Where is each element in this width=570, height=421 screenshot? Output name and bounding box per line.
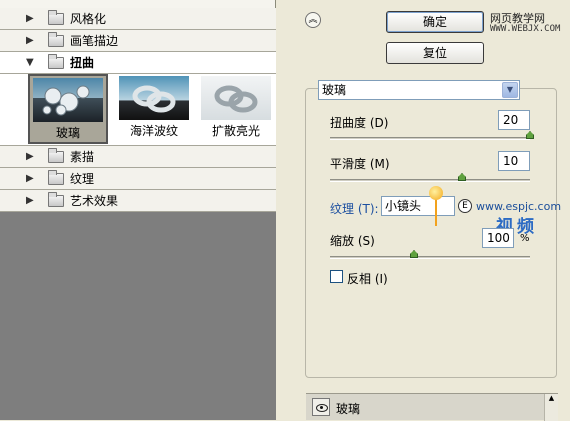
folder-open-icon <box>48 53 64 69</box>
filter-select[interactable]: 玻璃 ▼ <box>318 80 520 100</box>
folder-icon <box>48 9 64 25</box>
texture-label: 纹理 (T): <box>330 202 379 216</box>
lightbulb-stem <box>435 198 437 226</box>
eye-icon[interactable] <box>312 398 330 416</box>
group-label: 风格化 <box>70 12 107 26</box>
chevron-right-icon[interactable]: ▶ <box>26 13 42 24</box>
layer-list-scrollbar[interactable]: ▲ <box>544 394 558 421</box>
chevron-down-icon[interactable]: ▼ <box>502 82 518 98</box>
distortion-input[interactable]: 20 <box>498 110 530 130</box>
invert-label: 反相 (I) <box>347 272 388 286</box>
effect-layer-name[interactable]: 玻璃 <box>336 400 360 417</box>
group-label: 扭曲 <box>70 56 95 70</box>
effect-layer-list: 玻璃 ▲ <box>306 393 558 421</box>
thumbnail-ocean-ripple[interactable]: 海洋波纹 <box>114 74 194 144</box>
ok-button[interactable]: 确定 <box>386 11 484 33</box>
filter-thumbnails: 玻璃 海洋波纹 扩散亮光 <box>0 74 276 146</box>
ocean-ripple-preview-image <box>119 76 189 120</box>
filter-select-value: 玻璃 <box>322 83 347 97</box>
tree-group-texture[interactable]: ▶ 纹理 <box>0 168 276 190</box>
collapse-gallery-button[interactable]: ︽ <box>305 12 321 28</box>
scaling-unit: % <box>520 233 530 244</box>
empty-tree-area <box>0 212 276 420</box>
smoothness-slider-track[interactable] <box>330 179 530 182</box>
thumbnail-label: 海洋波纹 <box>129 124 178 138</box>
tree-group-stylize[interactable]: ▶ 风格化 <box>0 8 276 30</box>
scaling-slider-track[interactable] <box>330 256 530 259</box>
distortion-slider-track[interactable] <box>330 137 530 140</box>
glass-preview-image <box>33 78 103 122</box>
smoothness-input[interactable]: 10 <box>498 151 530 171</box>
tree-group-distort[interactable]: ▼ 扭曲 <box>0 52 276 74</box>
folder-icon <box>48 31 64 47</box>
scaling-label: 缩放 (S) <box>330 234 375 248</box>
filter-tree: ▶ 风格化 ▶ 画笔描边 ▼ 扭曲 玻璃 海洋波纹 扩散亮光 ▶ 素描 ▶ 纹理… <box>0 0 276 420</box>
thumbnail-label: 玻璃 <box>55 126 80 140</box>
thumbnail-diffuse-glow[interactable]: 扩散亮光 <box>196 74 276 144</box>
scaling-input[interactable]: 100 <box>482 228 514 248</box>
chevron-down-icon[interactable]: ▼ <box>26 57 42 68</box>
group-label: 素描 <box>70 150 95 164</box>
diffuse-glow-preview-image <box>201 76 271 120</box>
chevron-right-icon[interactable]: ▶ <box>26 151 42 162</box>
invert-checkbox[interactable] <box>330 270 343 283</box>
reset-button[interactable]: 复位 <box>386 42 484 64</box>
folder-icon <box>48 169 64 185</box>
thumbnail-glass[interactable]: 玻璃 <box>28 74 108 144</box>
chevron-right-icon[interactable]: ▶ <box>26 173 42 184</box>
chevron-right-icon[interactable]: ▶ <box>26 195 42 206</box>
folder-icon <box>48 147 64 163</box>
lightbulb-icon <box>429 186 443 200</box>
chevron-up-icon: ︽ <box>308 15 318 25</box>
watermark-site-url: WWW.WEBJX.COM <box>490 24 561 34</box>
group-label: 画笔描边 <box>70 34 119 48</box>
smoothness-label: 平滑度 (M) <box>330 157 390 171</box>
texture-select-value: 小镜头 <box>385 199 422 213</box>
tree-group-sketch[interactable]: ▶ 素描 <box>0 146 276 168</box>
chevron-right-icon[interactable]: ▶ <box>26 35 42 46</box>
texture-select[interactable]: 小镜头 <box>381 196 455 216</box>
distortion-label: 扭曲度 (D) <box>330 116 389 130</box>
tree-group-artistic[interactable]: ▶ 艺术效果 <box>0 190 276 212</box>
folder-icon <box>48 191 64 207</box>
texture-menu-icon[interactable]: E <box>458 199 472 213</box>
thumbnail-label: 扩散亮光 <box>211 124 260 138</box>
group-label: 纹理 <box>70 172 95 186</box>
tree-group-brush-strokes[interactable]: ▶ 画笔描边 <box>0 30 276 52</box>
group-label: 艺术效果 <box>70 194 119 208</box>
